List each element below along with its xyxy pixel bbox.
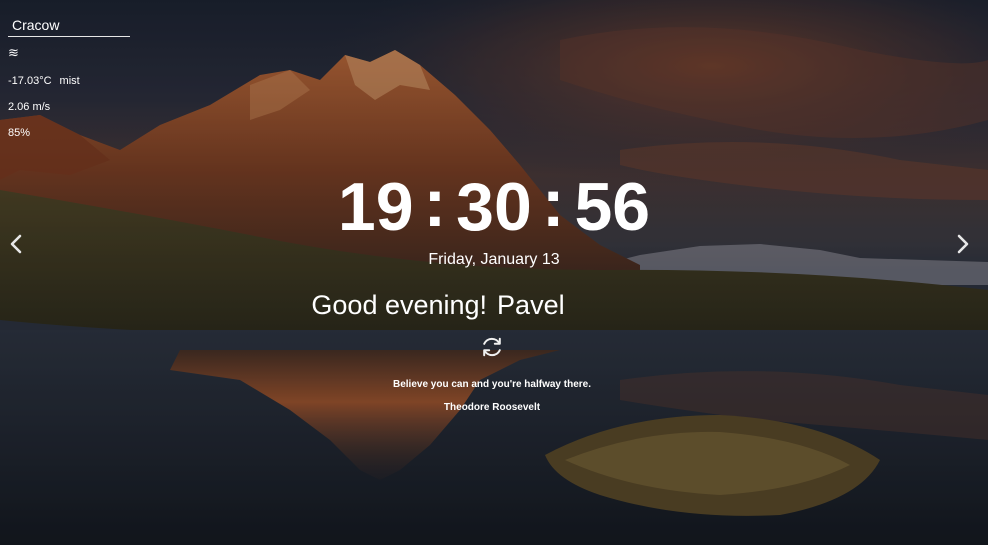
temperature-value: -17.03°C: [8, 75, 52, 87]
mist-icon: ≋: [8, 46, 19, 61]
quote-author: Theodore Roosevelt: [443, 402, 541, 413]
clock-separator: :: [423, 165, 447, 241]
user-name[interactable]: Pavel: [497, 290, 565, 320]
clock-separator: :: [541, 165, 565, 241]
quote-text: Believe you can and you're halfway there…: [392, 379, 591, 390]
city-input[interactable]: [8, 14, 130, 37]
app-screen: ≋ -17.03°Cmist 2.06 m/s 85% 19:30:56 Fri…: [0, 0, 988, 545]
clock-seconds: 56: [574, 169, 651, 245]
greeting-text: Good evening!: [311, 290, 488, 320]
clock: 19:30:56: [0, 165, 988, 247]
background-dim-overlay: [0, 0, 988, 545]
current-date: Friday, January 13: [428, 251, 560, 268]
weather-temperature-row: -17.03°C mist: [8, 75, 130, 88]
clock-hours: 19: [337, 169, 414, 245]
refresh-icon: [483, 337, 501, 357]
wind-speed: 2.06 m/s: [8, 101, 51, 113]
weather-description: mist: [59, 75, 80, 87]
weather-widget: ≋ -17.03°C mist 2.06 m/s 85%: [8, 14, 130, 140]
refresh-quote-button[interactable]: [479, 334, 505, 360]
humidity: 85%: [8, 127, 31, 139]
clock-minutes: 30: [456, 169, 532, 245]
greeting: Good evening! Pavel: [0, 287, 876, 323]
